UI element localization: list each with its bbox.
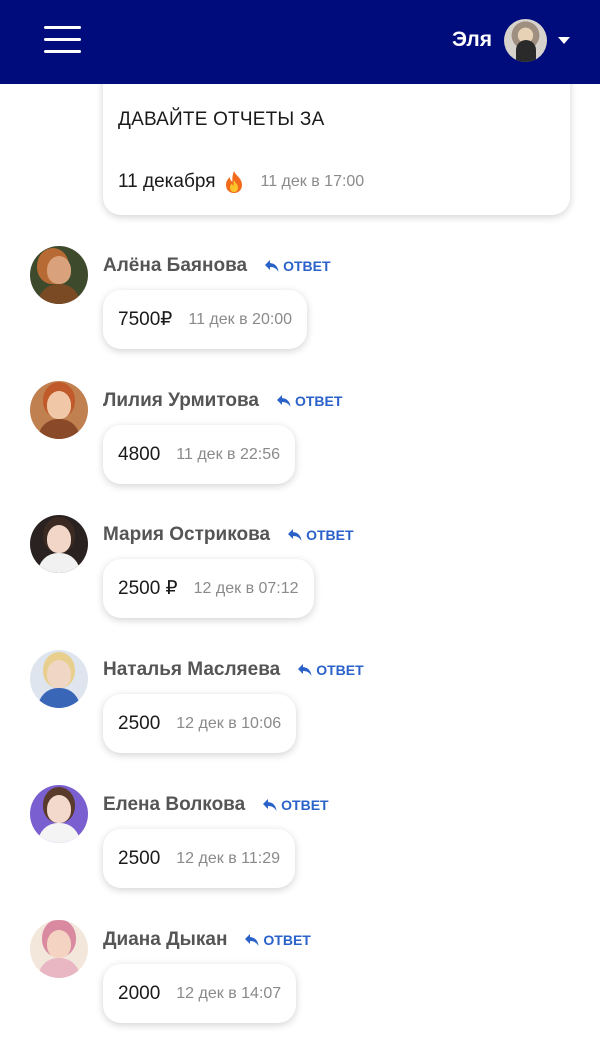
reply-label: ОТВЕТ <box>281 797 329 813</box>
author-name[interactable]: Елена Волкова <box>103 794 245 816</box>
comment-time: 12 дек в 11:29 <box>176 849 280 867</box>
comment-bubble: 2500 ₽ 12 дек в 07:12 <box>103 559 314 618</box>
comment-time: 12 дек в 14:07 <box>176 984 282 1002</box>
reply-label: ОТВЕТ <box>283 258 331 274</box>
avatar[interactable] <box>30 920 88 978</box>
user-name: Эля <box>451 28 492 51</box>
comment-bubble: 2000 12 дек в 14:07 <box>103 964 297 1023</box>
comment-time: 11 дек в 22:56 <box>176 445 280 463</box>
avatar[interactable] <box>30 381 88 439</box>
comment-time: 11 дек в 20:00 <box>188 310 293 328</box>
reply-arrow-icon <box>276 395 291 407</box>
comment-time: 12 дек в 10:06 <box>176 714 282 732</box>
comment-header: Диана Дыкан ОТВЕТ <box>103 929 311 951</box>
comment-header: Алёна Баянова ОТВЕТ <box>103 255 331 277</box>
fire-icon <box>224 170 244 194</box>
comment-item: Наталья Масляева ОТВЕТ 2500 12 дек в 10:… <box>0 650 600 770</box>
author-name[interactable]: Диана Дыкан <box>103 929 227 951</box>
comment-bubble: 2500 12 дек в 10:06 <box>103 694 297 753</box>
comment-feed: ДАВАЙТЕ ОТЧЕТЫ ЗА 11 декабря 11 дек в 17… <box>0 0 600 1023</box>
comment-text: 7500₽ <box>118 309 173 330</box>
reply-label: ОТВЕТ <box>306 527 354 543</box>
top-navigation-bar: Эля <box>0 0 600 84</box>
avatar[interactable] <box>30 515 88 573</box>
author-name[interactable]: Алёна Баянова <box>103 255 247 277</box>
avatar[interactable] <box>30 650 88 708</box>
avatar[interactable] <box>30 246 88 304</box>
comment-header: Мария Острикова ОТВЕТ <box>103 524 354 546</box>
comment-bubble: 7500₽ 11 дек в 20:00 <box>103 290 308 349</box>
avatar[interactable] <box>30 785 88 843</box>
reply-arrow-icon <box>265 260 279 272</box>
comment-text: 2500 <box>118 847 161 869</box>
top-message-line2: 11 декабря <box>118 171 216 192</box>
comment-text: 2000 <box>118 982 161 1004</box>
comment-time: 12 дек в 07:12 <box>193 579 299 597</box>
reply-button[interactable]: ОТВЕТ <box>297 662 364 678</box>
user-avatar <box>504 18 547 62</box>
top-message-line2-row: 11 декабря 11 дек в 17:00 <box>118 170 364 194</box>
comment-header: Елена Волкова ОТВЕТ <box>103 794 329 816</box>
user-menu[interactable]: Эля <box>452 18 570 62</box>
author-name[interactable]: Лилия Урмитова <box>103 390 259 412</box>
comment-item: Лилия Урмитова ОТВЕТ 4800 11 дек в 22:56 <box>0 381 600 501</box>
hamburger-menu-icon[interactable] <box>44 25 81 53</box>
caret-down-icon <box>558 36 570 44</box>
comment-bubble: 2500 12 дек в 11:29 <box>103 829 295 888</box>
reply-button[interactable]: ОТВЕТ <box>287 527 354 543</box>
comment-item: Мария Острикова ОТВЕТ 2500 ₽ 12 дек в 07… <box>0 515 600 635</box>
reply-label: ОТВЕТ <box>316 662 364 678</box>
reply-label: ОТВЕТ <box>263 932 311 948</box>
comment-item: Елена Волкова ОТВЕТ 2500 12 дек в 11:29 <box>0 785 600 905</box>
reply-button[interactable]: ОТВЕТ <box>244 932 311 948</box>
comment-bubble: 4800 11 дек в 22:56 <box>103 425 295 484</box>
reply-arrow-icon <box>245 934 259 946</box>
reply-button[interactable]: ОТВЕТ <box>276 393 342 409</box>
top-message-line1: ДАВАЙТЕ ОТЧЕТЫ ЗА <box>118 109 325 130</box>
comment-header: Наталья Масляева ОТВЕТ <box>103 659 364 681</box>
reply-arrow-icon <box>288 529 302 541</box>
comment-text: 2500 ₽ <box>118 578 178 599</box>
author-name[interactable]: Мария Острикова <box>103 524 270 546</box>
reply-arrow-icon <box>298 664 312 676</box>
comment-text: 2500 <box>118 712 161 734</box>
reply-arrow-icon <box>263 799 277 811</box>
comment-text: 4800 <box>118 443 161 465</box>
reply-button[interactable]: ОТВЕТ <box>264 258 331 274</box>
top-message-time: 11 дек в 17:00 <box>260 173 365 190</box>
comment-item: Диана Дыкан ОТВЕТ 2000 12 дек в 14:07 <box>0 920 600 1040</box>
reply-label: ОТВЕТ <box>294 393 343 409</box>
comment-header: Лилия Урмитова ОТВЕТ <box>103 390 342 412</box>
author-name[interactable]: Наталья Масляева <box>103 659 280 681</box>
comment-item: Алёна Баянова ОТВЕТ 7500₽ 11 дек в 20:00 <box>0 246 600 366</box>
reply-button[interactable]: ОТВЕТ <box>262 797 329 813</box>
